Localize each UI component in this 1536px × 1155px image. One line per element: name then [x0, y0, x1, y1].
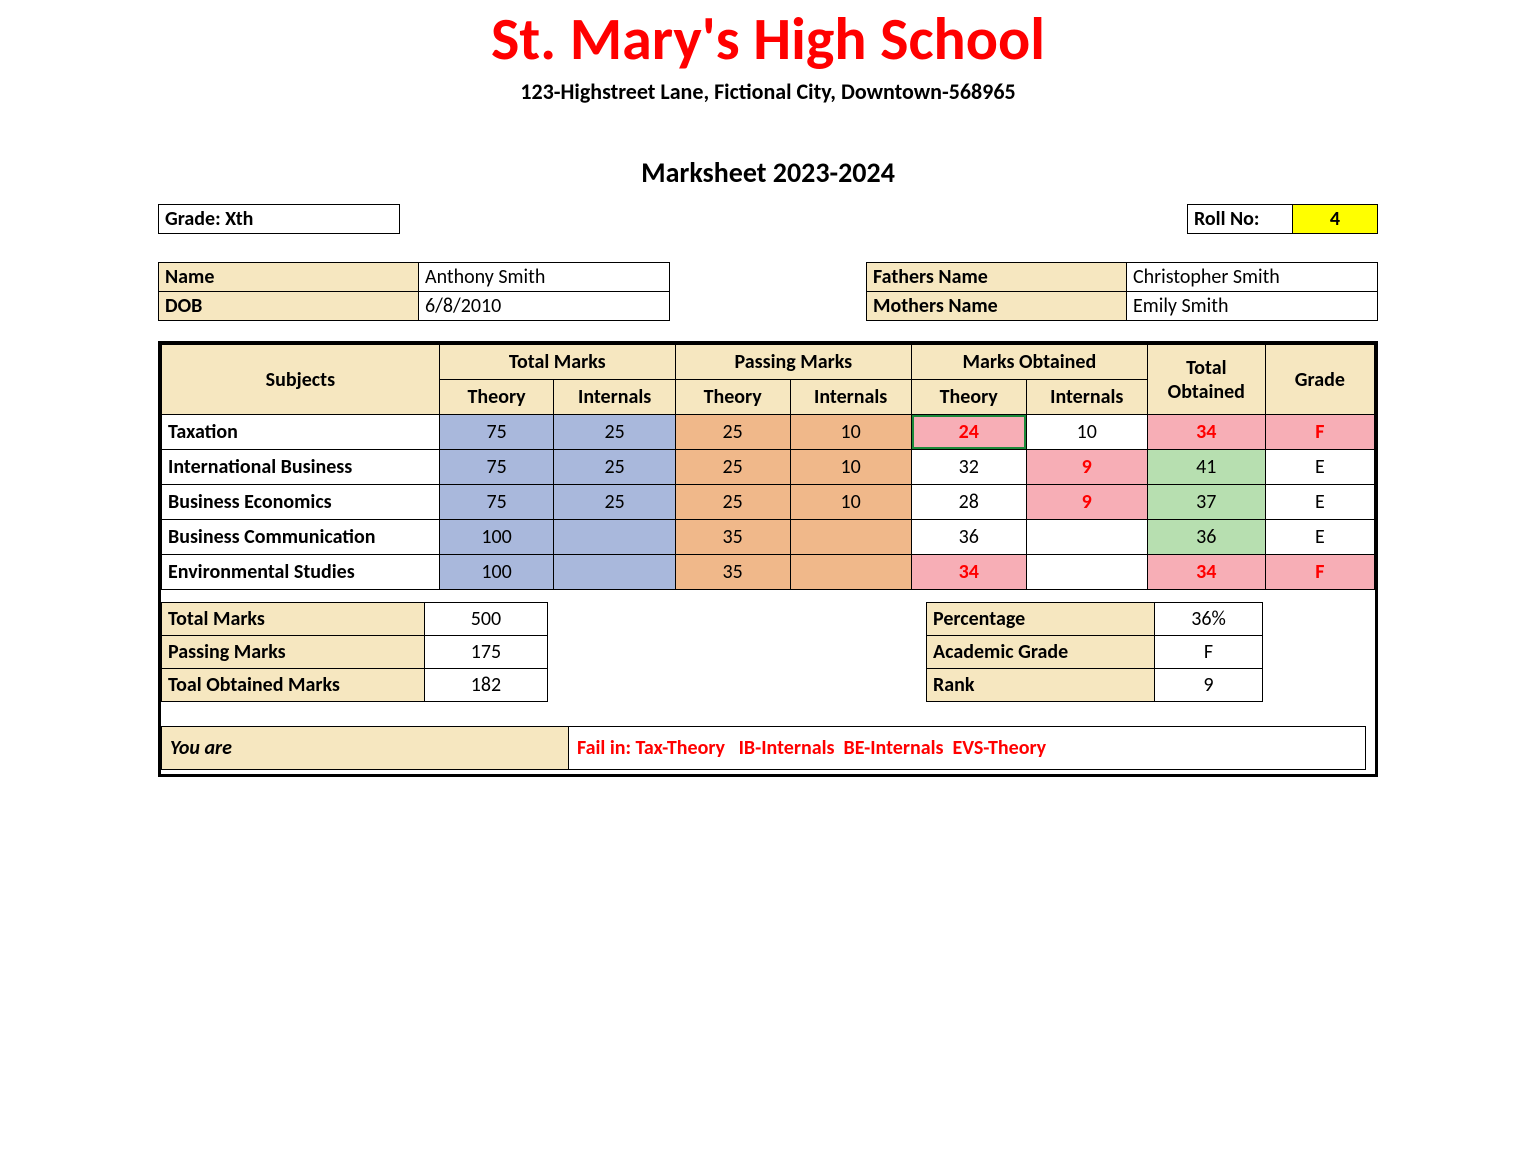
academic-grade-label: Academic Grade	[927, 636, 1155, 669]
father-name: Christopher Smith	[1127, 263, 1377, 292]
cell: 10	[1026, 415, 1147, 450]
cell: E	[1265, 450, 1374, 485]
cell: International Business	[162, 450, 440, 485]
cell: 24	[911, 415, 1026, 450]
table-row: Business Economics7525251028937E	[162, 485, 1375, 520]
cell: 25	[675, 450, 790, 485]
cell: 35	[675, 555, 790, 590]
mother-label: Mothers Name	[867, 292, 1127, 320]
cell: F	[1265, 555, 1374, 590]
cell: 9	[1026, 450, 1147, 485]
cell: E	[1265, 485, 1374, 520]
cell: 75	[439, 415, 554, 450]
cell: Taxation	[162, 415, 440, 450]
summary-left: Total Marks 500 Passing Marks 175 Toal O…	[161, 602, 548, 702]
father-label: Fathers Name	[867, 263, 1127, 292]
academic-grade-value: F	[1155, 636, 1263, 669]
cell: 36	[911, 520, 1026, 555]
cell: 25	[554, 485, 675, 520]
col-total: Total	[1186, 356, 1226, 380]
marks-frame: Subjects Total Marks Passing Marks Marks…	[158, 341, 1378, 777]
student-info: Name Anthony Smith DOB 6/8/2010	[158, 262, 670, 321]
table-row: Taxation75252510241034F	[162, 415, 1375, 450]
cell: 32	[911, 450, 1026, 485]
cell: Business Economics	[162, 485, 440, 520]
col-tm-theory: Theory	[439, 380, 554, 415]
summary-right: Percentage 36% Academic Grade F Rank 9	[926, 602, 1263, 702]
total-marks-value: 500	[425, 603, 548, 636]
col-passing-marks: Passing Marks	[675, 345, 911, 380]
cell: 25	[675, 415, 790, 450]
marks-table: Subjects Total Marks Passing Marks Marks…	[161, 344, 1375, 590]
cell: 10	[790, 415, 911, 450]
col-ob-internals: Internals	[1026, 380, 1147, 415]
passing-marks-value: 175	[425, 636, 548, 669]
result-text: Fail in: Tax-Theory IB-Internals BE-Inte…	[569, 727, 1366, 770]
cell: F	[1265, 415, 1374, 450]
col-marks-obtained: Marks Obtained	[911, 345, 1147, 380]
cell: E	[1265, 520, 1374, 555]
student-dob: 6/8/2010	[419, 292, 669, 320]
grade-cell: Grade: Xth	[159, 205, 399, 233]
total-marks-label: Total Marks	[162, 603, 425, 636]
col-ob-theory: Theory	[911, 380, 1026, 415]
col-pm-theory: Theory	[675, 380, 790, 415]
marksheet-document: St. Mary's High School 123-Highstreet La…	[138, 0, 1398, 777]
rank-value: 9	[1155, 669, 1263, 702]
cell: 36	[1147, 520, 1265, 555]
roll-no-label: Roll No:	[1188, 205, 1293, 233]
cell: 100	[439, 520, 554, 555]
passing-marks-label: Passing Marks	[162, 636, 425, 669]
col-subjects: Subjects	[162, 345, 440, 415]
student-name: Anthony Smith	[419, 263, 669, 292]
parents-info: Fathers Name Christopher Smith Mothers N…	[866, 262, 1378, 321]
roll-no-value: 4	[1293, 205, 1377, 233]
cell: 25	[554, 450, 675, 485]
cell: 41	[1147, 450, 1265, 485]
you-are-label: You are	[162, 727, 569, 770]
cell: 35	[675, 520, 790, 555]
col-obtained: Obtained	[1168, 380, 1245, 404]
cell: 75	[439, 450, 554, 485]
percentage-value: 36%	[1155, 603, 1263, 636]
cell: 100	[439, 555, 554, 590]
school-name: St. Mary's High School	[158, 10, 1378, 70]
obtained-marks-label: Toal Obtained Marks	[162, 669, 425, 702]
cell	[790, 520, 911, 555]
cell	[554, 520, 675, 555]
cell: Environmental Studies	[162, 555, 440, 590]
rank-label: Rank	[927, 669, 1155, 702]
result-row: You are Fail in: Tax-Theory IB-Internals…	[161, 726, 1366, 770]
cell: 25	[675, 485, 790, 520]
cell: 28	[911, 485, 1026, 520]
marksheet-title: Marksheet 2023-2024	[158, 155, 1378, 190]
school-address: 123-Highstreet Lane, Fictional City, Dow…	[158, 78, 1378, 105]
col-grade: Grade	[1265, 345, 1374, 415]
obtained-marks-value: 182	[425, 669, 548, 702]
cell	[790, 555, 911, 590]
percentage-label: Percentage	[927, 603, 1155, 636]
col-pm-internals: Internals	[790, 380, 911, 415]
mother-name: Emily Smith	[1127, 292, 1377, 320]
cell: 34	[1147, 555, 1265, 590]
cell	[554, 555, 675, 590]
col-total-marks: Total Marks	[439, 345, 675, 380]
cell: 9	[1026, 485, 1147, 520]
table-row: Business Communication100353636E	[162, 520, 1375, 555]
cell: 37	[1147, 485, 1265, 520]
cell: 75	[439, 485, 554, 520]
cell: 10	[790, 450, 911, 485]
cell: 25	[554, 415, 675, 450]
cell: Business Communication	[162, 520, 440, 555]
cell: 10	[790, 485, 911, 520]
dob-label: DOB	[159, 292, 419, 320]
cell	[1026, 520, 1147, 555]
cell	[1026, 555, 1147, 590]
name-label: Name	[159, 263, 419, 292]
cell: 34	[911, 555, 1026, 590]
table-row: Environmental Studies100353434F	[162, 555, 1375, 590]
col-tm-internals: Internals	[554, 380, 675, 415]
cell: 34	[1147, 415, 1265, 450]
table-row: International Business7525251032941E	[162, 450, 1375, 485]
